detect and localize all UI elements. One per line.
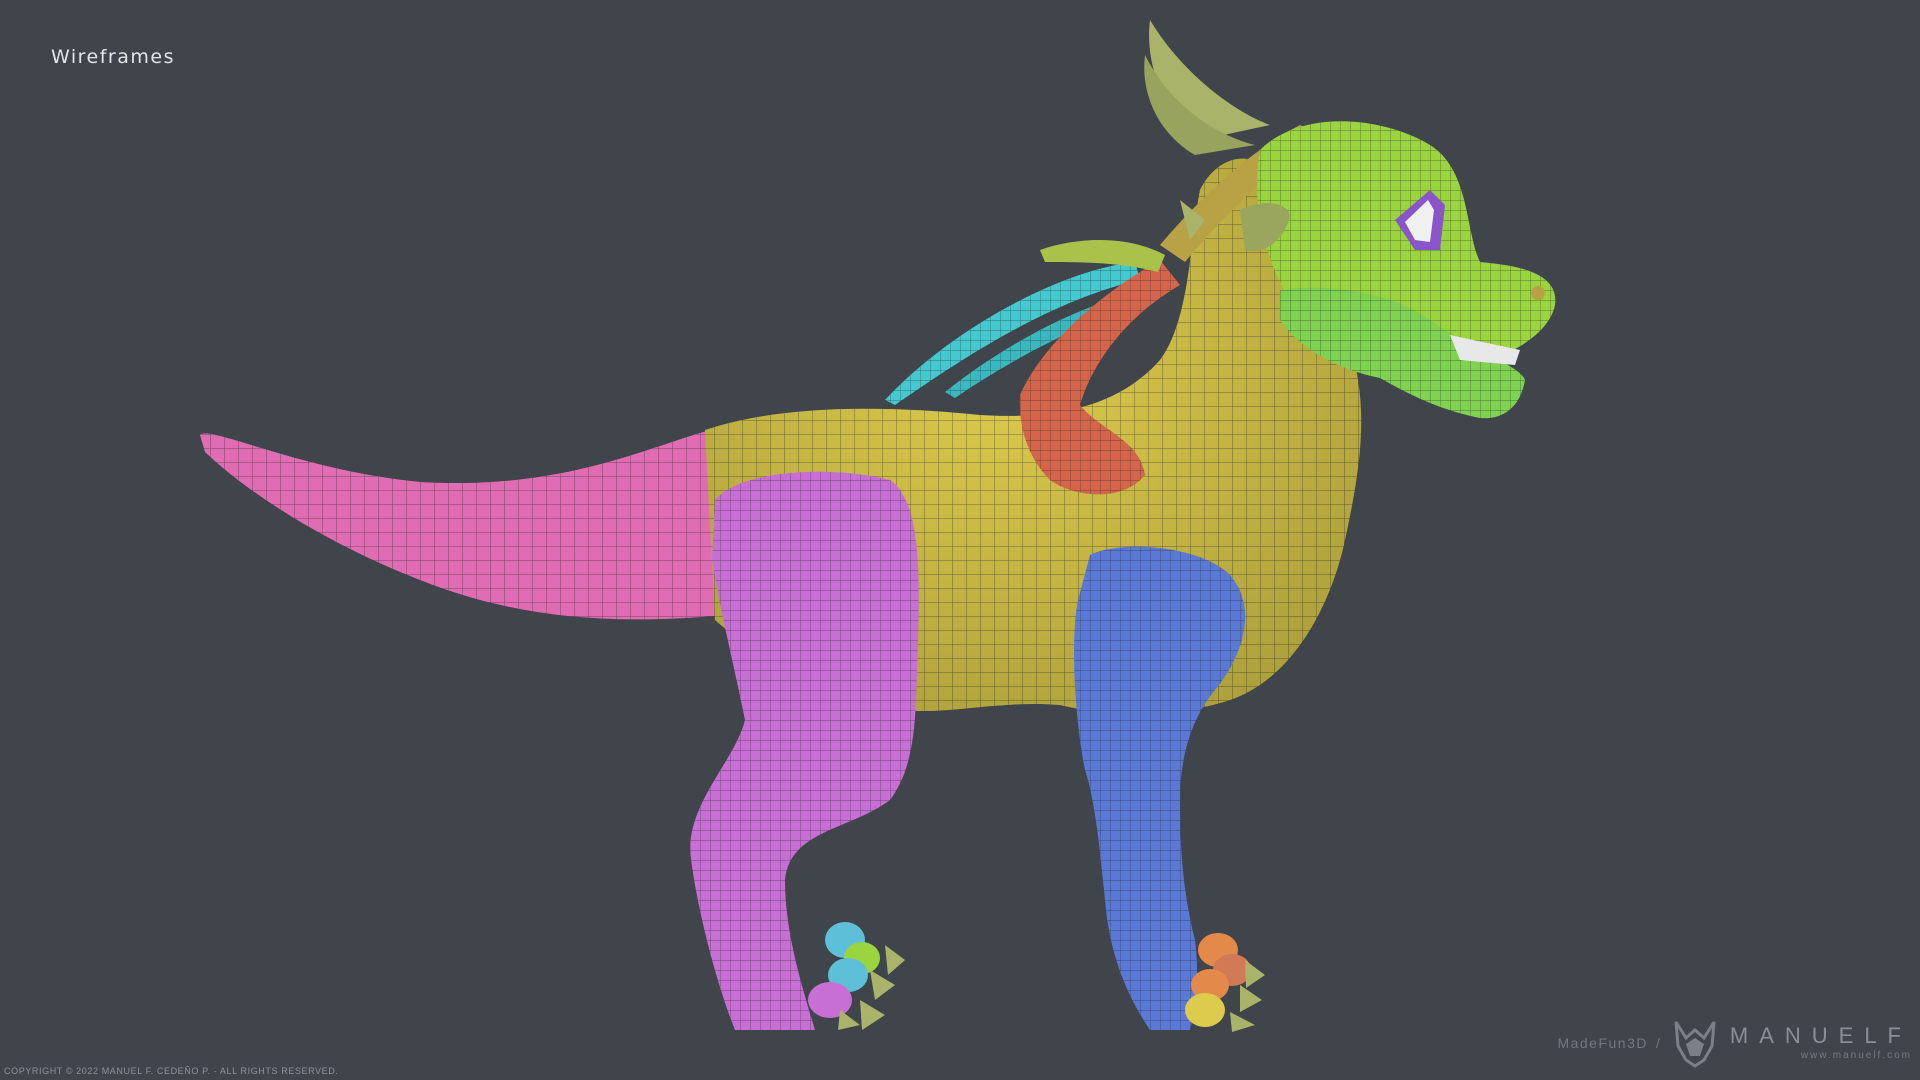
brand-text: MANUELF www.manuelf.com [1730,1025,1912,1061]
dragon-wireframe-render [200,20,1556,1032]
brand-separator: / [1655,1035,1660,1051]
horns [1144,20,1270,155]
brand-watermark: MadeFun3D / MANUELF www.manuelf.com [1557,1016,1912,1070]
render-viewport: Wireframes COPYRIGHT © 2022 MANUEL F. CE… [0,0,1920,1080]
copyright-notice: COPYRIGHT © 2022 MANUEL F. CEDEÑO P. - A… [4,1066,339,1076]
hind-foot [808,922,905,1030]
hind-leg-segment [690,471,919,1030]
brand-name: MANUELF [1729,1023,1912,1048]
manuelf-logo-icon [1674,1021,1716,1068]
tail-segment [200,430,725,620]
nostril [1531,286,1545,300]
brand-url: www.manuelf.com [1800,1050,1912,1061]
brand-studio: MadeFun3D [1557,1035,1648,1051]
front-foot [1185,933,1265,1032]
